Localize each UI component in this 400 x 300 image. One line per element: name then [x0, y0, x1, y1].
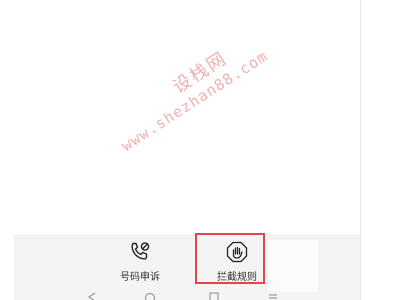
number-appeal-label: 号码申诉 — [120, 272, 160, 283]
screen: 设栈网 www.shezhan88.com 号码申诉 拦截规则 — [0, 0, 400, 300]
block-rules-button[interactable]: 拦截规则 — [202, 234, 272, 284]
right-edge-panel — [360, 0, 400, 300]
hand-stop-icon — [226, 241, 248, 263]
fade-overlay — [268, 240, 318, 292]
content-area — [0, 0, 360, 234]
home-icon[interactable] — [144, 292, 156, 300]
menu-icon[interactable] — [268, 292, 278, 300]
number-appeal-button[interactable]: 号码申诉 — [105, 234, 175, 284]
back-icon[interactable] — [87, 292, 97, 300]
navigation-bar — [14, 286, 360, 300]
recents-icon[interactable] — [209, 292, 219, 300]
block-rules-label: 拦截规则 — [217, 272, 257, 283]
phone-blocked-icon — [131, 242, 150, 260]
